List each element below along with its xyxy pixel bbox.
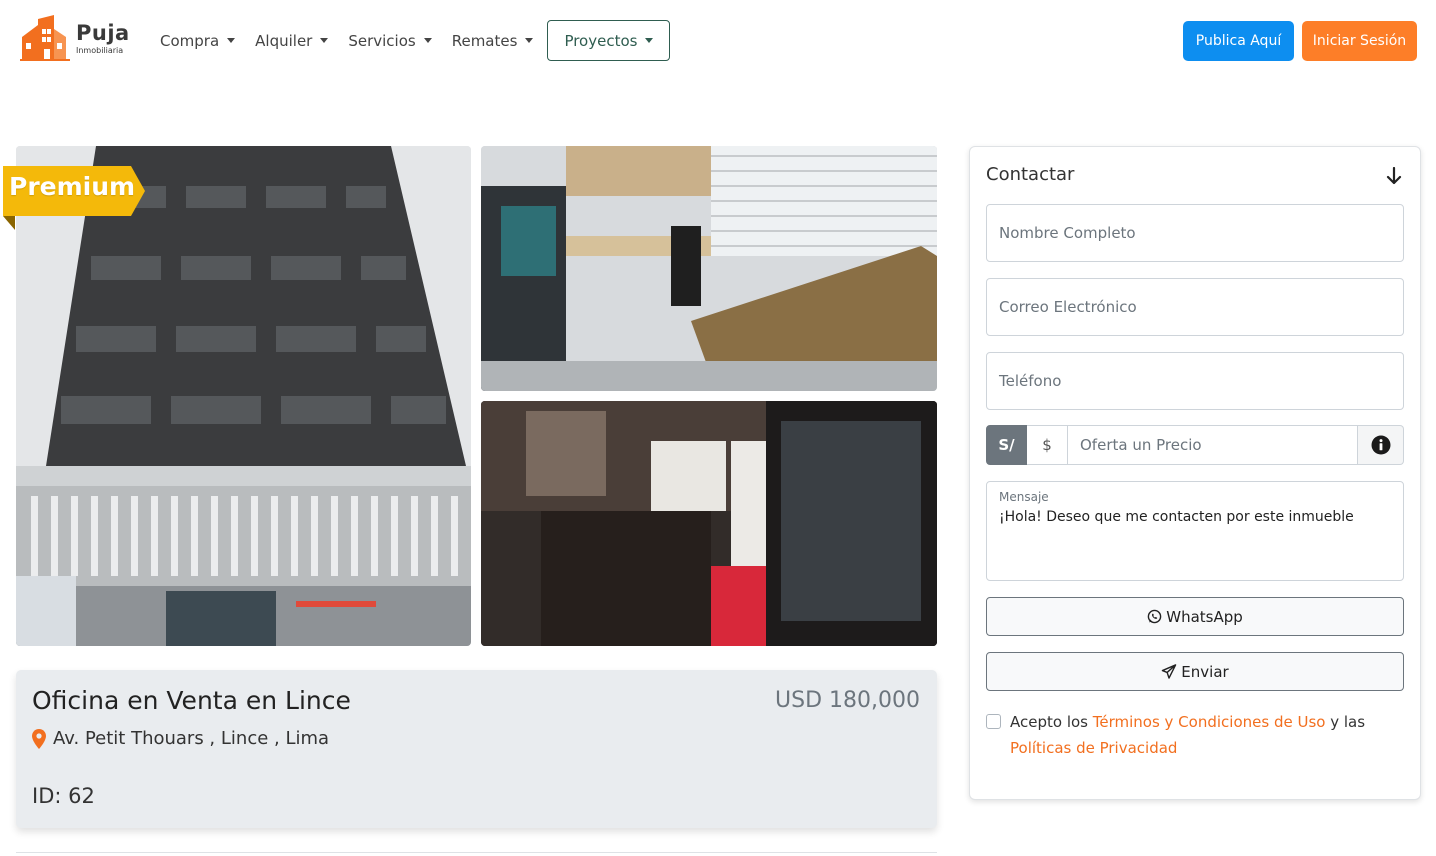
nav-alquiler[interactable]: Alquiler (245, 20, 338, 61)
divider (16, 852, 937, 853)
send-button[interactable]: Enviar (986, 652, 1404, 691)
chevron-down-icon (525, 38, 534, 43)
whatsapp-label: WhatsApp (1166, 607, 1243, 626)
contact-title: Contactar (986, 164, 1075, 185)
info-button[interactable] (1358, 425, 1404, 465)
nav-compra[interactable]: Compra (150, 20, 245, 61)
publish-button[interactable]: Publica Aquí (1183, 21, 1294, 61)
whatsapp-icon (1147, 609, 1162, 624)
offer-price-group: S/ $ Oferta un Precio (986, 425, 1404, 465)
nav-proyectos[interactable]: Proyectos (547, 20, 671, 61)
currency-sol-toggle[interactable]: S/ (986, 425, 1027, 465)
property-price: USD 180,000 (775, 688, 920, 713)
paper-plane-icon (1162, 664, 1177, 679)
brand-subtitle: Inmobiliaria (76, 46, 124, 55)
brand-name: Puja (76, 21, 130, 45)
property-address-text: Av. Petit Thouars , Lince , Lima (53, 728, 330, 749)
photo-kitchenette[interactable] (481, 401, 937, 646)
message-textarea[interactable]: Mensaje ¡Hola! Deseo que me contacten po… (986, 481, 1404, 581)
contact-card: Contactar Nombre Completo Correo Electró… (969, 146, 1421, 800)
terms-prefix: Acepto los (1010, 713, 1093, 731)
brand-logo[interactable]: Puja Inmobiliaria (20, 15, 130, 63)
terms-acceptance: Acepto los Términos y Condiciones de Uso… (986, 709, 1406, 761)
message-text: ¡Hola! Deseo que me contacten por este i… (999, 509, 1354, 525)
whatsapp-button[interactable]: WhatsApp (986, 597, 1404, 636)
map-marker-icon (32, 728, 46, 749)
currency-usd-toggle[interactable]: $ (1027, 425, 1068, 465)
terms-link[interactable]: Términos y Condiciones de Uso (1093, 713, 1326, 731)
name-input[interactable]: Nombre Completo (986, 204, 1404, 262)
chevron-down-icon (227, 38, 236, 43)
email-input[interactable]: Correo Electrónico (986, 278, 1404, 336)
property-address: Av. Petit Thouars , Lince , Lima (32, 728, 329, 749)
nav-remates-label: Remates (451, 31, 518, 50)
chevron-down-icon (423, 38, 432, 43)
premium-badge-label: Premium (9, 172, 136, 201)
chevron-down-icon (320, 38, 329, 43)
nav-compra-label: Compra (160, 31, 220, 50)
property-info-card: Oficina en Venta en Lince USD 180,000 Av… (16, 670, 937, 828)
arrow-down-icon[interactable] (1386, 167, 1402, 185)
nav-servicios[interactable]: Servicios (338, 20, 441, 61)
nav-servicios-label: Servicios (348, 31, 416, 50)
property-title: Oficina en Venta en Lince (32, 686, 351, 715)
send-label: Enviar (1181, 662, 1229, 681)
terms-middle: y las (1325, 713, 1366, 731)
privacy-link[interactable]: Políticas de Privacidad (1010, 739, 1177, 757)
chevron-down-icon (645, 38, 654, 43)
nav-alquiler-label: Alquiler (255, 31, 313, 50)
main-menu: Compra Alquiler Servicios Remates Proyec… (150, 20, 671, 61)
navbar: Puja Inmobiliaria Compra Alquiler Servic… (0, 0, 1436, 80)
message-label: Mensaje (999, 490, 1049, 504)
nav-remates[interactable]: Remates (442, 20, 544, 61)
info-icon (1371, 435, 1390, 455)
photo-office-interior[interactable] (481, 146, 937, 391)
offer-price-input[interactable]: Oferta un Precio (1068, 425, 1358, 465)
login-button[interactable]: Iniciar Sesión (1302, 21, 1417, 61)
nav-proyectos-label: Proyectos (564, 31, 638, 50)
phone-input[interactable]: Teléfono (986, 352, 1404, 410)
property-id: ID: 62 (32, 784, 95, 808)
house-logo-icon (20, 15, 70, 61)
terms-checkbox[interactable] (986, 714, 1001, 729)
